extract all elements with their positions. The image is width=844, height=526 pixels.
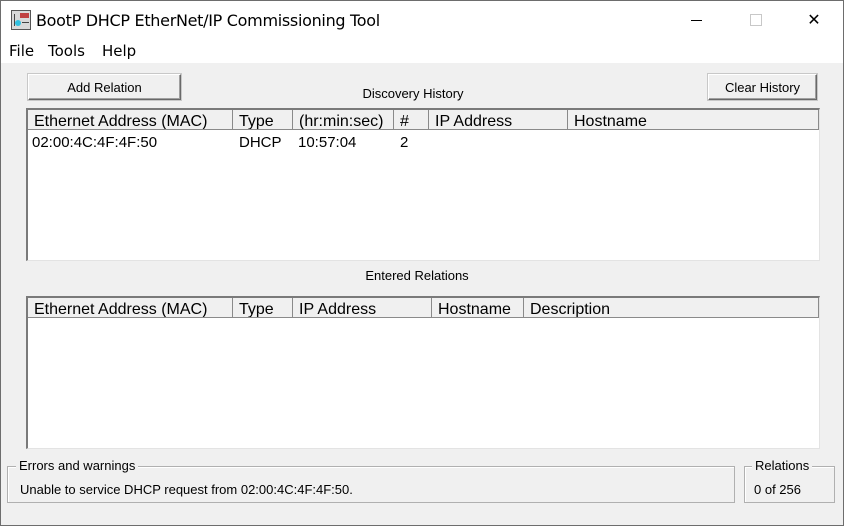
clear-history-button[interactable]: Clear History <box>708 74 817 100</box>
column-mac[interactable]: Ethernet Address (MAC) <box>28 110 233 129</box>
errors-warnings-group: Errors and warnings Unable to service DH… <box>7 458 735 503</box>
relations-count: 0 of 256 <box>754 482 801 497</box>
column-type[interactable]: Type <box>233 110 293 129</box>
column-time[interactable]: (hr:min:sec) <box>293 110 394 129</box>
column-hostname[interactable]: Hostname <box>432 298 524 317</box>
errors-warnings-title: Errors and warnings <box>16 458 139 473</box>
add-relation-button[interactable]: Add Relation <box>28 74 181 100</box>
close-icon: ✕ <box>807 12 821 29</box>
discovery-history-label: Discovery History <box>362 86 464 101</box>
error-message: Unable to service DHCP request from 02:0… <box>20 482 353 497</box>
app-window: BootP DHCP EtherNet/IP Commissioning Too… <box>0 0 844 526</box>
cell-type: DHCP <box>239 134 282 151</box>
column-count[interactable]: # <box>394 110 429 129</box>
close-button[interactable]: ✕ <box>785 1 843 39</box>
relations-count-group: Relations 0 of 256 <box>744 458 835 503</box>
column-ip-address[interactable]: IP Address <box>429 110 568 129</box>
minimize-icon <box>690 19 702 21</box>
column-hostname[interactable]: Hostname <box>568 110 819 129</box>
maximize-icon <box>750 14 762 26</box>
column-ip-address[interactable]: IP Address <box>293 298 432 317</box>
window-title: BootP DHCP EtherNet/IP Commissioning Too… <box>36 11 380 30</box>
relations-count-title: Relations <box>752 458 813 473</box>
menu-file[interactable]: File <box>9 42 34 60</box>
cell-count: 2 <box>400 134 409 151</box>
app-network-icon <box>11 10 31 30</box>
entered-relations-label: Entered Relations <box>365 268 469 283</box>
menu-bar: File Tools Help <box>1 39 843 63</box>
column-mac[interactable]: Ethernet Address (MAC) <box>28 298 233 317</box>
column-description[interactable]: Description <box>524 298 819 317</box>
entered-relations-header: Ethernet Address (MAC) Type IP Address H… <box>28 298 819 318</box>
menu-tools[interactable]: Tools <box>48 42 85 60</box>
table-row[interactable]: 02:00:4C:4F:4F:50 DHCP 10:57:04 2 <box>28 133 819 153</box>
cell-time: 10:57:04 <box>298 134 357 151</box>
discovery-history-list[interactable]: Ethernet Address (MAC) Type (hr:min:sec)… <box>26 108 820 261</box>
entered-relations-list[interactable]: Ethernet Address (MAC) Type IP Address H… <box>26 296 820 449</box>
maximize-button[interactable] <box>727 1 785 39</box>
discovery-history-header: Ethernet Address (MAC) Type (hr:min:sec)… <box>28 110 819 130</box>
cell-mac: 02:00:4C:4F:4F:50 <box>32 134 158 151</box>
menu-help[interactable]: Help <box>102 42 136 60</box>
column-type[interactable]: Type <box>233 298 293 317</box>
minimize-button[interactable] <box>667 1 725 39</box>
title-bar[interactable]: BootP DHCP EtherNet/IP Commissioning Too… <box>1 1 843 39</box>
